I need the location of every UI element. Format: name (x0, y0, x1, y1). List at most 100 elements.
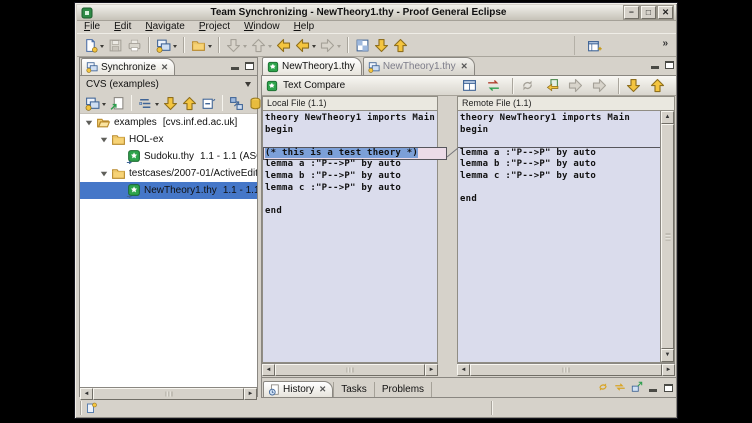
local-horizontal-scrollbar[interactable]: ◄ ► (262, 363, 438, 376)
previous-difference-button[interactable] (649, 77, 671, 95)
code-line[interactable] (460, 136, 660, 148)
code-line[interactable]: (* this is a test theory *) (265, 148, 437, 160)
code-line[interactable]: lemma a :"P-->P" by auto (265, 159, 437, 171)
presentation-mode-button[interactable] (137, 94, 160, 112)
code-line[interactable]: theory NewTheory1 imports Main (265, 113, 437, 125)
scroll-left-button[interactable]: ◄ (262, 364, 275, 376)
scrollbar-thumb[interactable] (275, 364, 425, 376)
print-button[interactable] (126, 36, 143, 54)
previous-change-button[interactable] (392, 36, 409, 54)
back-button[interactable] (275, 36, 292, 54)
code-line[interactable]: lemma c :"P-->P" by auto (460, 171, 660, 183)
tab-history[interactable]: History ✕ (263, 381, 333, 397)
tab-newtheory1-compare[interactable]: NewTheory1.thy ✕ (363, 57, 475, 75)
synchronize-refresh-button[interactable] (84, 94, 107, 112)
open-folder-button[interactable] (190, 36, 213, 54)
update-all-button[interactable] (228, 94, 245, 112)
tab-synchronize[interactable]: Synchronize ✕ (81, 58, 175, 75)
minimize-view-button[interactable] (648, 383, 658, 392)
copy-current-right-to-left-button[interactable] (543, 77, 565, 95)
local-file-pane[interactable]: theory NewTheory1 imports Mainbegin (* th… (262, 111, 438, 363)
view-menu-chevron-icon[interactable] (245, 82, 251, 90)
previous-difference-button[interactable] (181, 94, 198, 112)
refresh-icon[interactable] (597, 381, 609, 393)
local-code[interactable]: theory NewTheory1 imports Mainbegin (* th… (263, 111, 437, 217)
remote-vertical-scrollbar[interactable]: ▲ ▼ (660, 111, 674, 362)
tree-item-testcases-2007-01-activeeditorv[interactable]: testcases/2007-01/ActiveEditorV (80, 165, 257, 182)
tab-tasks[interactable]: Tasks (333, 382, 375, 397)
expander-icon[interactable] (85, 119, 95, 127)
scroll-down-button[interactable]: ▼ (661, 349, 674, 362)
two-pane-view-button[interactable] (461, 77, 483, 95)
close-icon[interactable]: ✕ (319, 384, 326, 395)
status-item-icon[interactable] (85, 402, 97, 414)
title-bar[interactable]: Team Synchronizing - NewTheory1.thy - Pr… (77, 5, 676, 21)
tree-item-newtheory1-thy[interactable]: NewTheory1.thy1.1 - 1.1 (A (80, 182, 257, 199)
next-difference-button[interactable] (162, 94, 179, 112)
window-minimize-button[interactable]: − (624, 6, 639, 19)
remote-file-pane[interactable]: theory NewTheory1 imports Mainbegin lemma… (457, 111, 675, 363)
code-line[interactable]: begin (265, 125, 437, 137)
copy-all-nonconflicting-button[interactable] (519, 77, 541, 95)
tree-item-examples[interactable]: examples[cvs.inf.ed.ac.uk] (80, 114, 257, 131)
save-button[interactable] (107, 36, 124, 54)
maximize-editor-button[interactable] (664, 60, 674, 69)
swap-left-right-button[interactable] (485, 77, 507, 95)
code-line[interactable]: lemma b :"P-->P" by auto (460, 159, 660, 171)
window-maximize-button[interactable]: □ (641, 6, 656, 19)
code-line[interactable]: end (460, 194, 660, 206)
menu-help[interactable]: Help (287, 21, 322, 32)
code-line[interactable] (460, 183, 660, 195)
close-icon[interactable]: ✕ (461, 61, 468, 72)
code-line[interactable]: theory NewTheory1 imports Main (460, 113, 660, 125)
new-wizard-button[interactable] (82, 36, 105, 54)
menu-edit[interactable]: Edit (107, 21, 138, 32)
scroll-up-button[interactable]: ▲ (661, 111, 674, 124)
forward-button[interactable] (319, 36, 342, 54)
code-line[interactable]: end (265, 206, 437, 218)
scroll-right-button[interactable]: ► (425, 364, 438, 376)
code-line[interactable]: begin (460, 125, 660, 137)
toolbar-overflow-chevron[interactable]: » (662, 38, 668, 49)
copy-current-left-to-right-button[interactable] (567, 77, 589, 95)
menu-window[interactable]: Window (237, 21, 287, 32)
scrollbar-thumb[interactable] (470, 364, 662, 376)
synchronize-button[interactable] (155, 36, 178, 54)
close-icon[interactable]: ✕ (161, 62, 168, 73)
maximize-view-button[interactable] (244, 61, 254, 70)
back-history-button[interactable] (294, 36, 317, 54)
code-line[interactable] (265, 194, 437, 206)
minimize-view-button[interactable] (230, 61, 240, 70)
update-button[interactable] (250, 36, 273, 54)
commit-button[interactable] (225, 36, 248, 54)
code-line[interactable]: lemma a :"P-->P" by auto (460, 148, 660, 160)
window-close-button[interactable]: ✕ (658, 6, 673, 19)
navigator-button[interactable] (354, 36, 371, 54)
expander-icon[interactable] (100, 170, 110, 178)
remote-code[interactable]: theory NewTheory1 imports Mainbegin lemma… (458, 111, 660, 362)
copy-all-left-to-right-button[interactable] (591, 77, 613, 95)
expander-icon[interactable] (100, 136, 110, 144)
code-line[interactable]: lemma b :"P-->P" by auto (265, 171, 437, 183)
next-difference-button[interactable] (625, 77, 647, 95)
link-with-editor-icon[interactable] (631, 381, 643, 393)
scroll-left-button[interactable]: ◄ (457, 364, 470, 376)
menu-project[interactable]: Project (192, 21, 237, 32)
tab-problems[interactable]: Problems (375, 382, 432, 397)
sync-refresh-icon[interactable] (614, 381, 626, 393)
next-change-button[interactable] (373, 36, 390, 54)
scroll-right-button[interactable]: ► (662, 364, 675, 376)
code-line[interactable]: lemma c :"P-->P" by auto (265, 183, 437, 195)
pin-current-button[interactable] (109, 94, 126, 112)
scrollbar-thumb[interactable] (661, 124, 674, 349)
tree-item-hol-ex[interactable]: HOL-ex (80, 131, 257, 148)
open-perspective-button[interactable] (586, 37, 603, 55)
tree-item-sudoku-thy[interactable]: Sudoku.thy1.1 - 1.1 (ASCII - (80, 148, 257, 165)
collapse-all-button[interactable] (200, 94, 217, 112)
code-line[interactable] (265, 136, 437, 148)
minimize-editor-button[interactable] (650, 60, 660, 69)
tab-newtheory1-editor[interactable]: NewTheory1.thy (262, 57, 362, 75)
menu-file[interactable]: File (77, 21, 107, 32)
menu-navigate[interactable]: Navigate (138, 21, 191, 32)
remote-horizontal-scrollbar[interactable]: ◄ ► (457, 363, 675, 376)
